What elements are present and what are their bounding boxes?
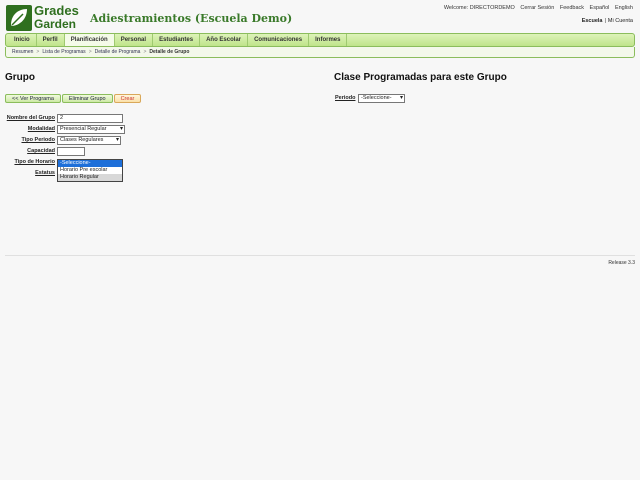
tab-inicio[interactable]: Inicio (8, 34, 37, 46)
breadcrumb-separator: > (36, 49, 40, 55)
chevron-down-icon: ▾ (115, 137, 119, 143)
spanish-link[interactable]: Español (590, 5, 610, 11)
schedule-type-label: Tipo de Horario (14, 159, 55, 165)
breadcrumb-resumen[interactable]: Resumen (12, 49, 33, 55)
top-links: Welcome: DIRECTORDEMO Cerrar Sesión Feed… (440, 5, 633, 11)
tab-personal[interactable]: Personal (115, 34, 154, 46)
logo-text: Grades Garden (34, 3, 79, 31)
english-link[interactable]: English (615, 5, 633, 11)
release-version: Release 3.3 (608, 260, 635, 266)
modality-select[interactable]: Presencial Regular ▾ (57, 125, 125, 134)
capacity-label: Capacidad (27, 148, 55, 154)
back-to-program-button[interactable]: << Ver Programa (5, 94, 61, 103)
breadcrumb-detalle-grupo: Detalle de Grupo (149, 49, 190, 55)
logout-link[interactable]: Cerrar Sesión (520, 5, 554, 11)
tab-ano-escolar[interactable]: Año Escolar (200, 34, 249, 46)
tab-comunicaciones[interactable]: Comunicaciones (248, 34, 310, 46)
leaf-icon (6, 5, 32, 31)
school-link[interactable]: Escuela (582, 18, 603, 24)
welcome-text: Welcome: DIRECTORDEMO (443, 5, 515, 11)
schedule-type-listbox[interactable]: -Seleccione- Horario Pre escolar Horario… (57, 159, 123, 182)
schedule-option-select[interactable]: -Seleccione- (58, 160, 122, 167)
period-type-value: Clases Regulares (60, 137, 104, 143)
scheduled-classes-title: Clase Programadas para este Grupo (334, 72, 507, 83)
group-name-input[interactable]: 2 (57, 114, 123, 123)
group-title: Grupo (5, 72, 35, 83)
schedule-option-regular[interactable]: Horario Regular (58, 174, 122, 181)
modality-value: Presencial Regular (60, 126, 107, 132)
my-account-link[interactable]: Mi Cuenta (608, 18, 633, 24)
account-separator: | (604, 18, 606, 24)
breadcrumb: Resumen > Lista de Programas > Detalle de Pr… (5, 47, 635, 58)
period-type-label: Tipo Periodo (21, 137, 55, 143)
chevron-down-icon: ▾ (119, 126, 123, 132)
status-label: Estatus (35, 170, 55, 176)
capacity-input[interactable] (57, 147, 85, 156)
breadcrumb-separator: > (88, 49, 92, 55)
group-actions: << Ver Programa Eliminar Grupo Crear (5, 94, 142, 103)
logo-line2: Garden (34, 17, 77, 31)
account-links: Escuela | Mi Cuenta (582, 18, 633, 24)
create-button[interactable]: Crear (113, 94, 142, 103)
modality-label: Modalidad (27, 126, 55, 132)
chevron-down-icon: ▾ (399, 95, 403, 101)
period-label: Periodo (335, 95, 356, 101)
group-name-label: Nombre del Grupo (6, 115, 55, 121)
grades-garden-logo[interactable]: Grades Garden (6, 3, 82, 31)
tab-informes[interactable]: Informes (309, 34, 348, 46)
footer-divider (5, 255, 635, 256)
main-nav: Inicio Perfil Planificación Personal Est… (5, 33, 635, 47)
breadcrumb-detalle-programa[interactable]: Detalle de Programa (95, 49, 141, 55)
app-title: Adiestramientos (Escuela Demo) (90, 12, 293, 25)
delete-group-button[interactable]: Eliminar Grupo (61, 94, 113, 103)
period-select[interactable]: -Seleccione- ▾ (358, 94, 405, 103)
breadcrumb-separator: > (143, 49, 147, 55)
tab-perfil[interactable]: Perfil (37, 34, 65, 46)
feedback-link[interactable]: Feedback (560, 5, 584, 11)
breadcrumb-lista-programas[interactable]: Lista de Programas (42, 49, 85, 55)
period-type-select[interactable]: Clases Regulares ▾ (57, 136, 121, 145)
tab-estudiantes[interactable]: Estudiantes (153, 34, 201, 46)
period-value: -Seleccione- (361, 95, 392, 101)
tab-planificacion[interactable]: Planificación (64, 34, 115, 46)
schedule-option-preschool[interactable]: Horario Pre escolar (58, 167, 122, 174)
logo-line1: Grades (34, 3, 79, 18)
